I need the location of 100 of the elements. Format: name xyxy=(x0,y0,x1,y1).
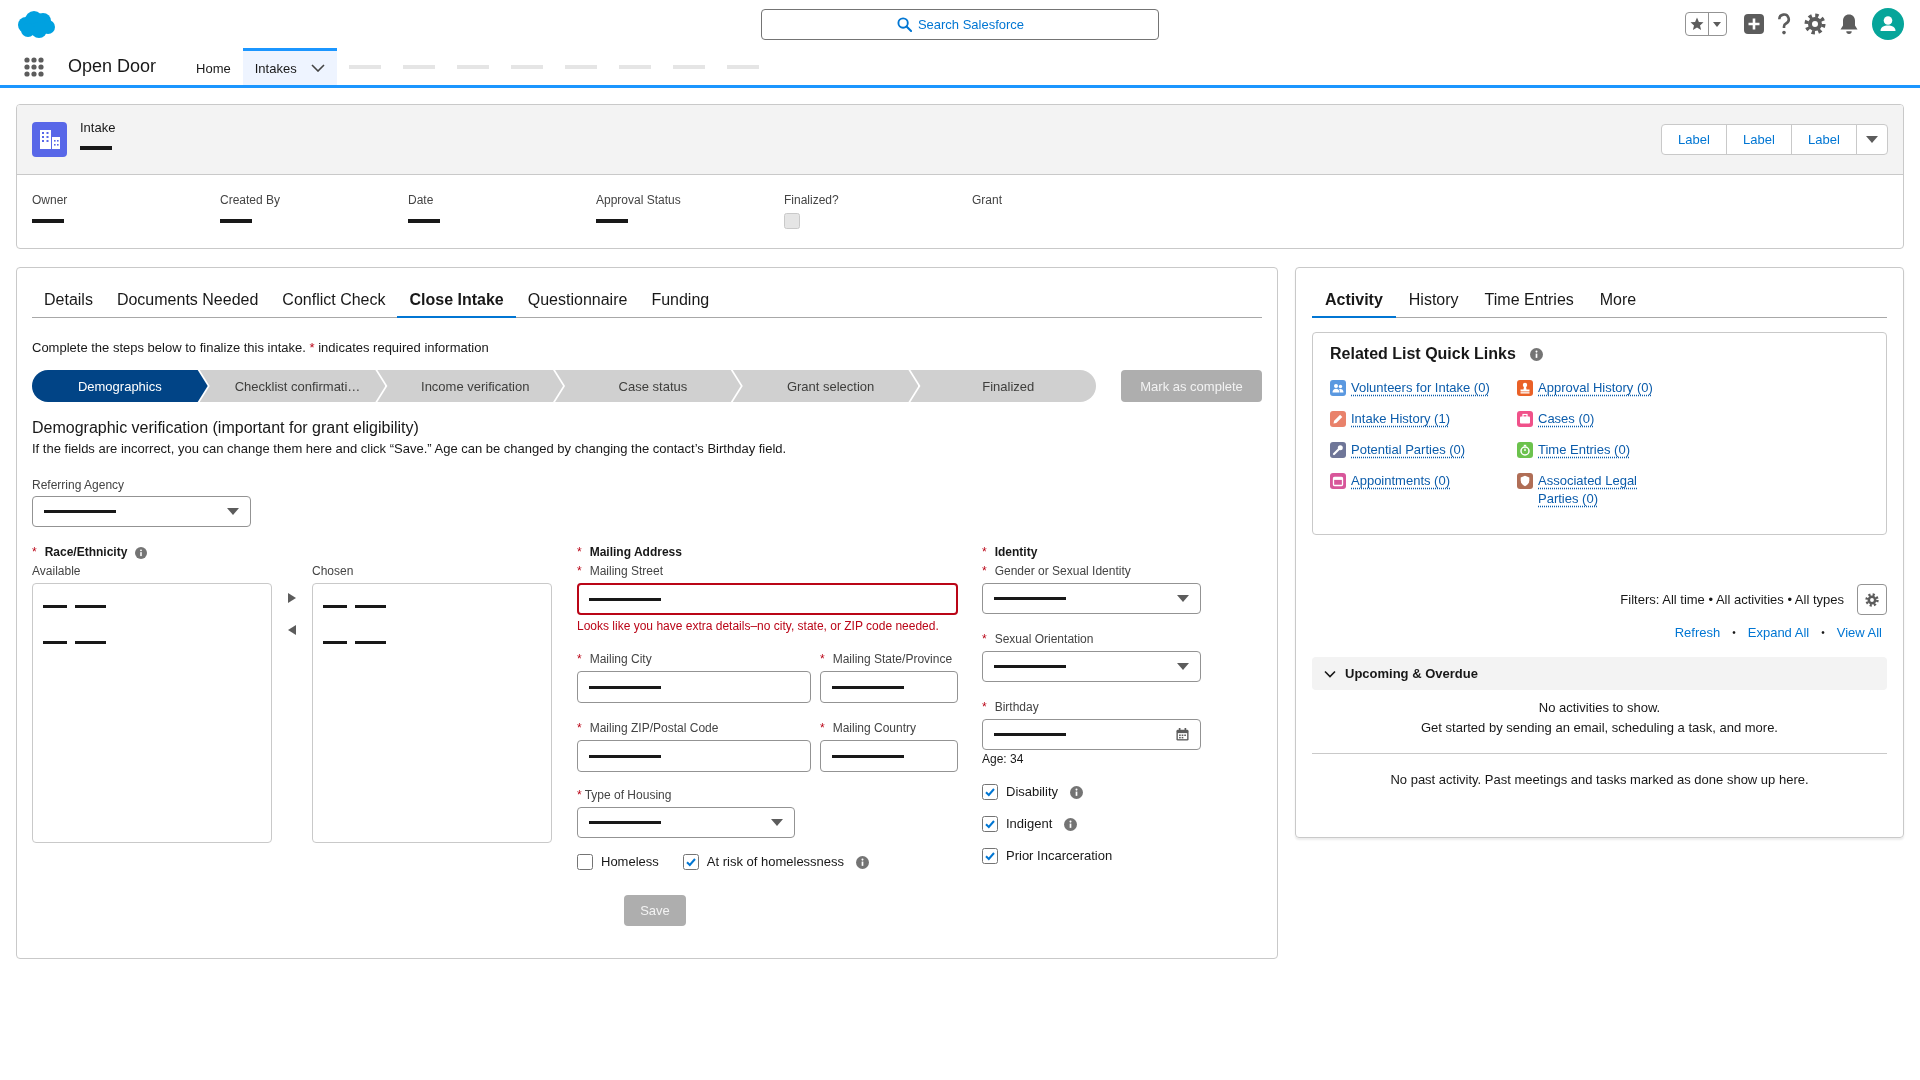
quick-link[interactable]: Potential Parties (0) xyxy=(1351,441,1466,459)
tab[interactable]: Activity xyxy=(1312,283,1396,318)
error-message: Looks like you have extra details–no city, state, or ZIP code needed. xyxy=(577,619,940,634)
empty-message: No activities to show. xyxy=(1537,699,1662,717)
checkbox[interactable] xyxy=(982,816,998,832)
action-button[interactable]: Label xyxy=(1661,124,1727,155)
bullet-separator: • xyxy=(1732,626,1736,640)
date-field[interactable] xyxy=(982,719,1201,750)
link[interactable]: View All xyxy=(1836,625,1882,641)
info-icon[interactable] xyxy=(856,855,870,869)
path-step[interactable]: Grant selection xyxy=(732,370,919,402)
tab[interactable]: Time Entries xyxy=(1471,283,1587,318)
help-icon[interactable] xyxy=(1777,13,1791,35)
tab[interactable]: Conflict Check xyxy=(270,283,398,318)
required-mark: * xyxy=(820,721,825,736)
tab[interactable]: Details xyxy=(32,283,105,318)
info-icon[interactable] xyxy=(1064,817,1078,831)
select-field[interactable] xyxy=(577,807,795,838)
app-name: Open Door xyxy=(68,56,157,77)
avatar-icon[interactable] xyxy=(1872,8,1904,40)
select-field[interactable] xyxy=(32,496,251,527)
link[interactable]: Expand All xyxy=(1747,625,1810,641)
required-mark: * xyxy=(577,652,582,667)
favorites-button[interactable] xyxy=(1685,12,1727,36)
required-mark: * xyxy=(982,700,987,715)
calendar-icon[interactable] xyxy=(1176,728,1189,741)
checkbox[interactable] xyxy=(982,784,998,800)
quick-link[interactable]: Associated Legal Parties (0) xyxy=(1538,472,1673,508)
path-step[interactable]: Demographics xyxy=(32,370,208,402)
input-field[interactable] xyxy=(577,671,811,703)
tab[interactable]: Funding xyxy=(639,283,722,318)
field-label: Approval Status xyxy=(596,193,681,208)
checkbox[interactable] xyxy=(682,854,699,870)
quick-link[interactable]: Approval History (0) xyxy=(1538,379,1653,397)
path-step[interactable]: Case status xyxy=(555,370,741,402)
input-field[interactable] xyxy=(577,740,811,772)
required-mark: * xyxy=(577,545,582,560)
field-label: Mailing State/Province xyxy=(832,652,953,667)
add-icon[interactable] xyxy=(1744,14,1764,34)
field-label: Mailing Country xyxy=(832,721,917,736)
panel-title: Related List Quick Links xyxy=(1330,344,1516,364)
tab[interactable]: Documents Needed xyxy=(104,283,271,318)
empty-message: No past activity. Past meetings and tasks marked as done show up here. xyxy=(1389,771,1810,789)
caret-right-icon[interactable] xyxy=(288,593,296,603)
select-field[interactable] xyxy=(982,651,1201,682)
caret-down-icon xyxy=(1866,136,1878,143)
info-icon[interactable] xyxy=(1070,785,1083,799)
action-button[interactable]: Label xyxy=(1726,124,1792,155)
cloud-logo[interactable] xyxy=(18,10,55,38)
input-field[interactable] xyxy=(820,671,958,703)
required-mark: * xyxy=(32,545,37,560)
input-field[interactable] xyxy=(577,583,958,615)
action-button[interactable]: Label xyxy=(1791,124,1857,155)
path-step[interactable]: Checklist confirmati… xyxy=(199,370,386,402)
chevron-down-icon[interactable] xyxy=(310,64,325,72)
path-step[interactable]: Finalized xyxy=(910,370,1097,402)
section-description: If the fields are incorrect, you can change them here and click “Save.” Age can be changed by changing the contact’s Birthday field. xyxy=(32,441,788,457)
quick-link[interactable]: Volunteers for Intake (0) xyxy=(1351,379,1490,397)
age-text: Age: 34 xyxy=(982,752,1025,767)
app-launcher-icon[interactable] xyxy=(24,56,44,77)
nav-tab[interactable]: Home xyxy=(184,48,243,85)
nav-tab[interactable]: Intakes xyxy=(242,48,337,85)
empty-message: Get started by sending an email, scheduling a task, and more. xyxy=(1420,719,1779,737)
required-mark: * xyxy=(982,632,987,647)
caret-left-icon[interactable] xyxy=(288,625,296,635)
checkbox[interactable] xyxy=(982,848,998,864)
more-actions-button[interactable] xyxy=(1856,124,1888,155)
star-icon xyxy=(1690,17,1704,31)
link[interactable]: Refresh xyxy=(1674,625,1721,641)
field-label: Mailing City xyxy=(589,652,652,667)
caret-down-icon xyxy=(1177,663,1189,670)
caret-down-icon xyxy=(227,508,239,515)
required-mark: * xyxy=(577,788,582,803)
filter-settings-button[interactable] xyxy=(1857,584,1887,615)
bullet-separator: • xyxy=(1821,626,1825,640)
checkbox-label: Prior Incarceration xyxy=(1006,848,1113,864)
field-label: Mailing ZIP/Postal Code xyxy=(589,721,719,736)
search-field[interactable]: Search Salesforce xyxy=(761,8,1159,40)
select-field[interactable] xyxy=(982,583,1201,614)
tab[interactable]: Questionnaire xyxy=(515,283,640,318)
tab[interactable]: More xyxy=(1586,283,1650,318)
bell-icon[interactable] xyxy=(1839,13,1859,35)
quick-link[interactable]: Time Entries (0) xyxy=(1538,441,1630,459)
quick-link[interactable]: Appointments (0) xyxy=(1351,472,1450,490)
instructions-text: Complete the steps below to finalize this intake. * indicates required information xyxy=(32,340,490,356)
quick-link[interactable]: Intake History (1) xyxy=(1351,410,1450,428)
info-icon[interactable] xyxy=(1529,347,1543,361)
checkbox-label: Homeless xyxy=(601,854,659,870)
info-icon[interactable] xyxy=(135,546,148,559)
tab[interactable]: Close Intake xyxy=(397,283,516,318)
checkbox[interactable] xyxy=(577,854,593,870)
caret-down-icon xyxy=(1713,21,1721,27)
quick-link[interactable]: Cases (0) xyxy=(1538,410,1595,428)
path-step[interactable]: Income verification xyxy=(377,370,564,402)
settings-icon[interactable] xyxy=(1804,13,1826,35)
field-label: Grant xyxy=(972,193,1002,208)
input-field[interactable] xyxy=(820,740,958,772)
field-label: Referring Agency xyxy=(32,478,125,493)
tab[interactable]: History xyxy=(1395,283,1472,318)
section-header[interactable]: Upcoming & Overdue xyxy=(1312,657,1887,690)
